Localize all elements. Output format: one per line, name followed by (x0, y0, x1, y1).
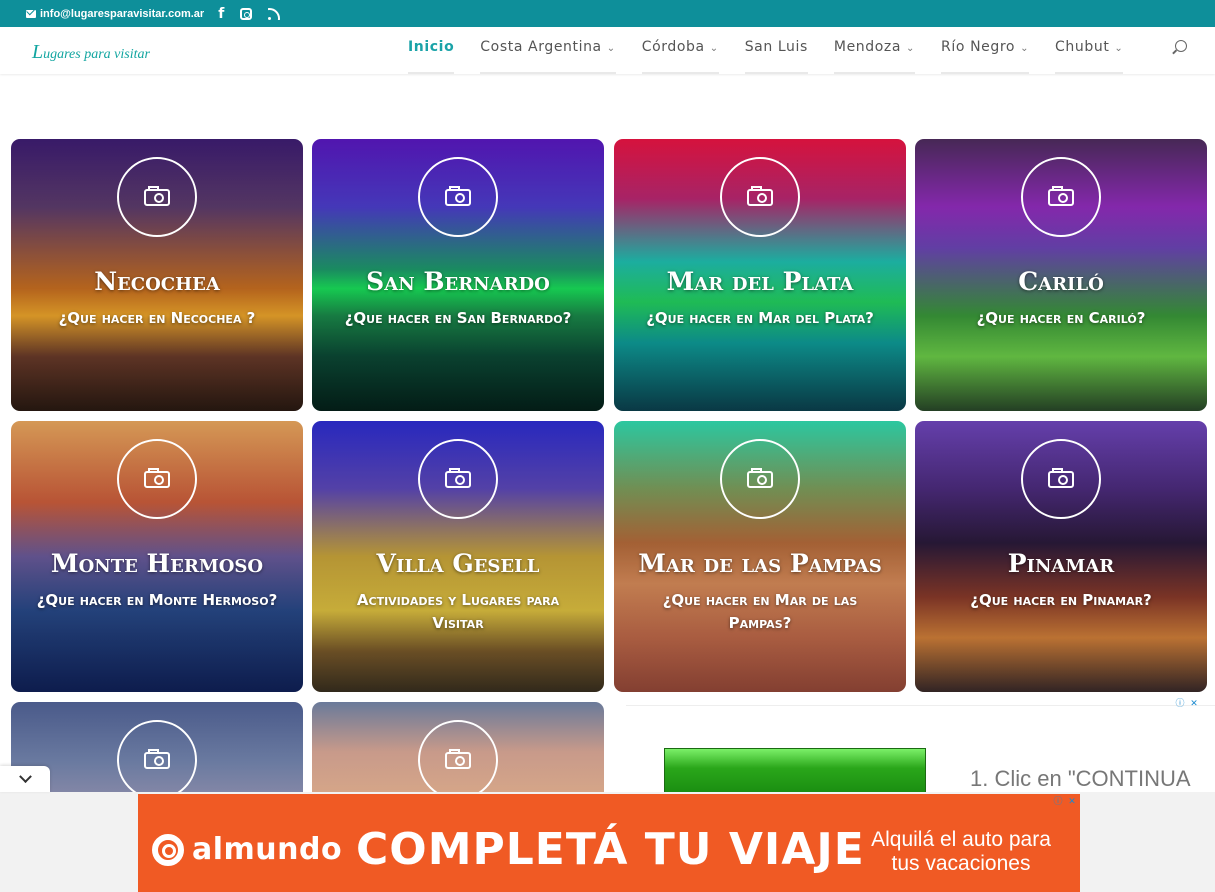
camera-glyph (144, 467, 170, 488)
camera-glyph (144, 185, 170, 206)
ad-green-button[interactable] (664, 748, 926, 795)
rss-icon[interactable] (268, 7, 281, 20)
camera-glyph (445, 185, 471, 206)
card-san-bernardo[interactable]: San Bernardo ¿Que hacer en San Bernardo? (312, 139, 604, 411)
nav-item-chubut[interactable]: Chubut ⌄ (1055, 39, 1124, 74)
close-icon[interactable]: ✕ (1188, 698, 1200, 710)
card-subtitle: ¿Que hacer en San Bernardo? (344, 309, 572, 327)
card-title: Villa Gesell (376, 549, 540, 578)
card-subtitle: Actividades y Lugares para Visitar (356, 591, 560, 632)
close-icon[interactable]: ✕ (1066, 796, 1078, 808)
card-mar-de-las-pampas[interactable]: Mar de las Pampas ¿Que hacer en Mar de l… (614, 421, 906, 692)
card-title: Pinamar (1007, 549, 1115, 578)
ad-text: 1. Clic en "CONTINUA (970, 766, 1191, 791)
nav-underline (744, 72, 808, 74)
card-mar-del-plata[interactable]: Mar del Plata ¿Que hacer en Mar del Plat… (614, 139, 906, 411)
card-title: Necochea (94, 267, 220, 296)
social-links: f (218, 6, 281, 22)
camera-glyph (747, 467, 773, 488)
card-subtitle: ¿Que hacer en Pinamar? (970, 591, 1152, 609)
camera-icon (720, 439, 800, 519)
brand-logo: almundo (152, 832, 342, 867)
card-subtitle: ¿Que hacer en Necochea ? (58, 309, 256, 327)
almundo-banner[interactable]: almundo COMPLETÁ TU VIAJE Alquilá el aut… (138, 794, 1080, 892)
collapse-ad-button[interactable] (0, 766, 50, 792)
card-subtitle: ¿Que hacer en Cariló? (976, 309, 1146, 327)
camera-icon (117, 157, 197, 237)
chevron-down-icon: ⌄ (906, 43, 916, 54)
card-title: Monte Hermoso (50, 549, 264, 578)
nav-item-costa-argentina[interactable]: Costa Argentina ⌄ (480, 39, 616, 74)
nav-item-mendoza[interactable]: Mendoza ⌄ (833, 39, 916, 74)
nav-item-san-luis[interactable]: San Luis (744, 39, 808, 74)
nav-item-cordoba[interactable]: Córdoba ⌄ (641, 39, 719, 74)
card-necochea[interactable]: Necochea ¿Que hacer en Necochea ? (11, 139, 303, 411)
card-title: San Bernardo (366, 267, 550, 296)
card-pinamar[interactable]: Pinamar ¿Que hacer en Pinamar? (915, 421, 1207, 692)
info-icon[interactable]: ⓘ (1052, 796, 1064, 808)
camera-icon (117, 720, 197, 800)
camera-glyph (747, 185, 773, 206)
camera-icon (720, 157, 800, 237)
camera-icon (117, 439, 197, 519)
camera-glyph (445, 748, 471, 769)
adchoices-icon[interactable]: ⓘ ✕ (1052, 796, 1080, 810)
nav-underline (480, 72, 616, 74)
email-text[interactable]: info@lugaresparavisitar.com.ar (40, 8, 204, 20)
chevron-down-icon: ⌄ (709, 43, 719, 54)
chevron-down-icon: ⌄ (1114, 43, 1124, 54)
card-subtitle: ¿Que hacer en Mar del Plata? (646, 309, 874, 327)
card-carilo[interactable]: Cariló ¿Que hacer en Cariló? (915, 139, 1207, 411)
chevron-down-icon (18, 769, 32, 783)
camera-glyph (1048, 185, 1074, 206)
nav-underline (833, 72, 916, 74)
nav-item-inicio[interactable]: Inicio (408, 39, 455, 74)
side-ad[interactable]: 1. Clic en "CONTINUA (626, 705, 1215, 795)
camera-icon (418, 157, 498, 237)
envelope-icon (26, 9, 36, 18)
location-pin-icon (152, 833, 184, 866)
main-header: Lugares para visitar Inicio Costa Argent… (0, 27, 1215, 74)
camera-glyph (1048, 467, 1074, 488)
camera-icon (418, 720, 498, 800)
nav-underline (408, 72, 455, 74)
nav-item-rio-negro[interactable]: Río Negro ⌄ (941, 39, 1030, 74)
chevron-down-icon: ⌄ (1020, 43, 1030, 54)
search-icon[interactable] (1175, 40, 1187, 52)
card-villa-gesell[interactable]: Villa Gesell Actividades y Lugares para … (312, 421, 604, 692)
card-partial-2[interactable] (312, 702, 604, 802)
card-subtitle: ¿Que hacer en Mar de las Pampas? (662, 591, 858, 632)
main-nav: Inicio Costa Argentina ⌄ Córdoba ⌄ San Lui… (408, 39, 1149, 74)
camera-icon (1021, 439, 1101, 519)
card-title: Mar de las Pampas (638, 549, 882, 578)
adchoices-icon[interactable]: ⓘ ✕ (1174, 698, 1202, 712)
camera-icon (418, 439, 498, 519)
banner-tagline: Alquilá el auto para tus vacaciones (871, 828, 1051, 875)
nav-underline (1055, 72, 1124, 74)
camera-glyph (445, 467, 471, 488)
facebook-icon[interactable]: f (218, 6, 224, 22)
info-icon[interactable]: ⓘ (1174, 698, 1186, 710)
chevron-down-icon: ⌄ (606, 43, 616, 54)
email-link[interactable]: info@lugaresparavisitar.com.ar (26, 8, 204, 20)
nav-underline (941, 72, 1030, 74)
top-bar: info@lugaresparavisitar.com.ar f (0, 0, 1215, 27)
card-partial-1[interactable] (11, 702, 303, 802)
instagram-icon[interactable] (240, 7, 253, 20)
card-title: Mar del Plata (666, 267, 854, 296)
nav-underline (641, 72, 719, 74)
card-subtitle: ¿Que hacer en Monte Hermoso? (36, 591, 278, 609)
card-title: Cariló (1018, 267, 1104, 296)
site-logo[interactable]: Lugares para visitar (32, 41, 150, 64)
card-monte-hermoso[interactable]: Monte Hermoso ¿Que hacer en Monte Hermos… (11, 421, 303, 692)
camera-glyph (144, 748, 170, 769)
banner-headline: COMPLETÁ TU VIAJE (356, 824, 865, 875)
camera-icon (1021, 157, 1101, 237)
